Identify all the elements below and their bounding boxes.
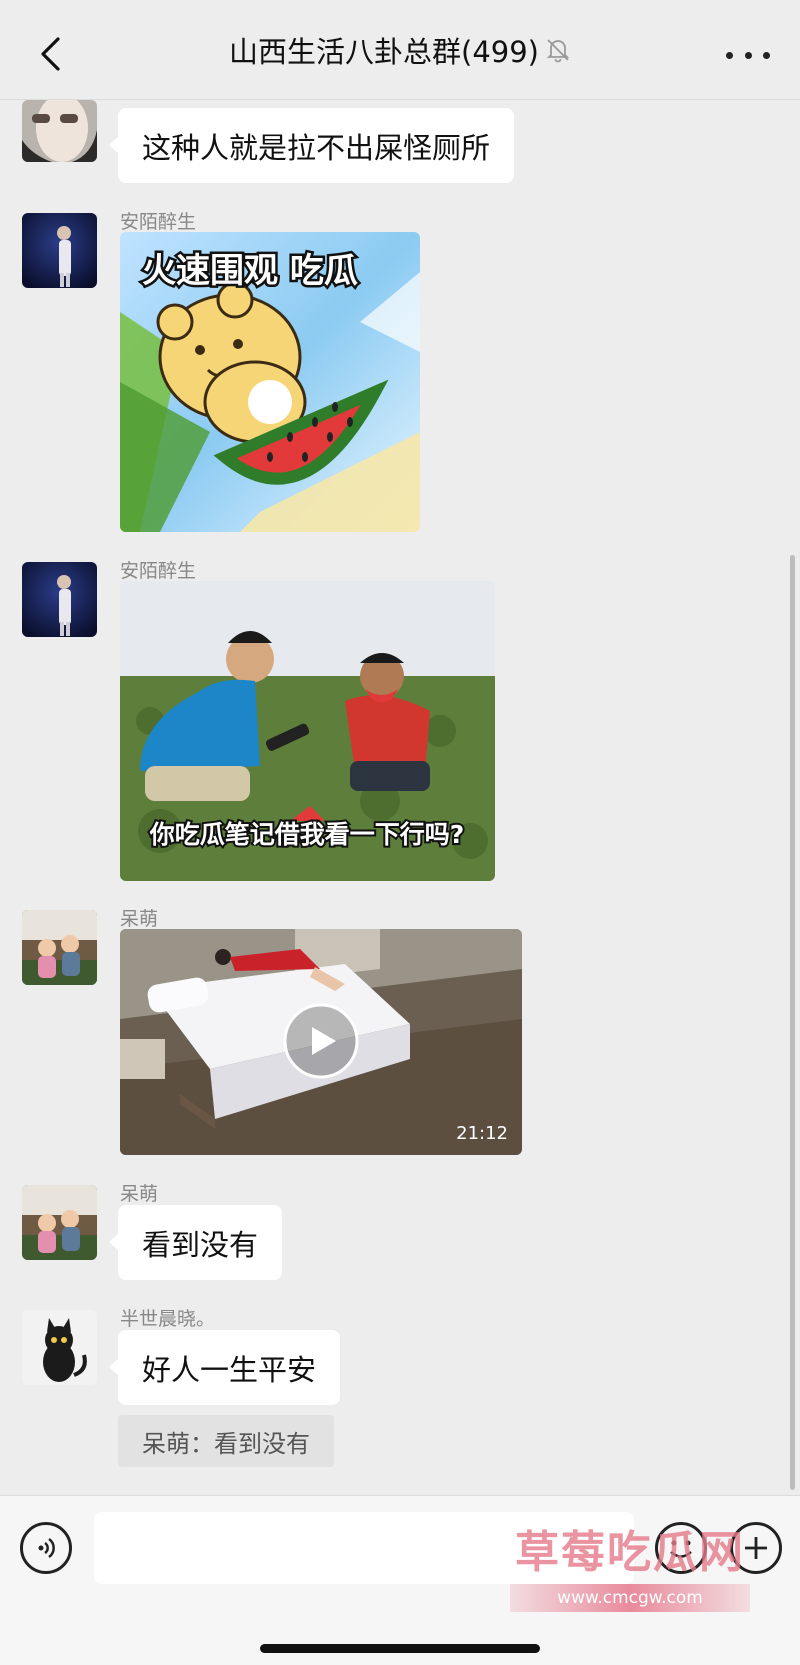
- sender-name: 安陌醉生: [120, 211, 197, 233]
- video-duration: 21:12: [456, 1123, 508, 1144]
- avatar[interactable]: [22, 213, 97, 288]
- chat-title-wrap[interactable]: 山西生活八卦总群(499): [229, 29, 571, 71]
- quoted-text: 呆萌：看到没有: [142, 1429, 310, 1458]
- meme-image[interactable]: 你吃瓜笔记借我看一下行吗?: [120, 581, 495, 881]
- sender-name: 安陌醉生: [120, 560, 197, 582]
- more-dots-icon[interactable]: [726, 40, 770, 70]
- sender-name: 半世晨晓。: [120, 1308, 216, 1330]
- scrollbar[interactable]: [790, 555, 795, 1490]
- home-indicator[interactable]: [260, 1644, 540, 1653]
- message-text: 好人一生平安: [142, 1352, 317, 1387]
- watermark: 草莓吃瓜网 www.cmcgw.com: [510, 1516, 750, 1626]
- input-bar: 草莓吃瓜网 www.cmcgw.com: [0, 1495, 800, 1665]
- message-bubble[interactable]: 好人一生平安: [108, 1330, 341, 1405]
- message-bubble[interactable]: 看到没有: [108, 1205, 283, 1280]
- message-bubble[interactable]: 这种人就是拉不出屎怪厕所: [108, 108, 515, 183]
- watermark-title: 草莓吃瓜网: [515, 1527, 745, 1578]
- quoted-reply[interactable]: 呆萌：看到没有: [118, 1415, 334, 1467]
- avatar[interactable]: [22, 910, 97, 985]
- avatar[interactable]: [22, 1310, 97, 1385]
- sticker-caption: 火速围观 吃瓜: [142, 251, 358, 291]
- sender-name: 呆萌: [120, 908, 159, 930]
- sticker-image[interactable]: 火速围观 吃瓜: [120, 232, 420, 532]
- meme-caption: 你吃瓜笔记借我看一下行吗?: [149, 820, 465, 849]
- message-text: 看到没有: [142, 1227, 259, 1262]
- video-thumbnail[interactable]: 21:12: [120, 929, 522, 1155]
- chat-header: 山西生活八卦总群(499): [0, 0, 800, 100]
- mute-bell-icon: [546, 38, 570, 62]
- watermark-url: www.cmcgw.com: [510, 1584, 750, 1612]
- voice-icon[interactable]: [20, 1522, 72, 1574]
- avatar[interactable]: [22, 1185, 97, 1260]
- sender-name: 呆萌: [120, 1183, 159, 1205]
- message-text: 这种人就是拉不出屎怪厕所: [142, 130, 491, 165]
- avatar[interactable]: [22, 562, 97, 637]
- chat-title: 山西生活八卦总群(499): [229, 34, 539, 69]
- back-arrow-icon[interactable]: [30, 34, 70, 74]
- avatar[interactable]: [22, 100, 97, 162]
